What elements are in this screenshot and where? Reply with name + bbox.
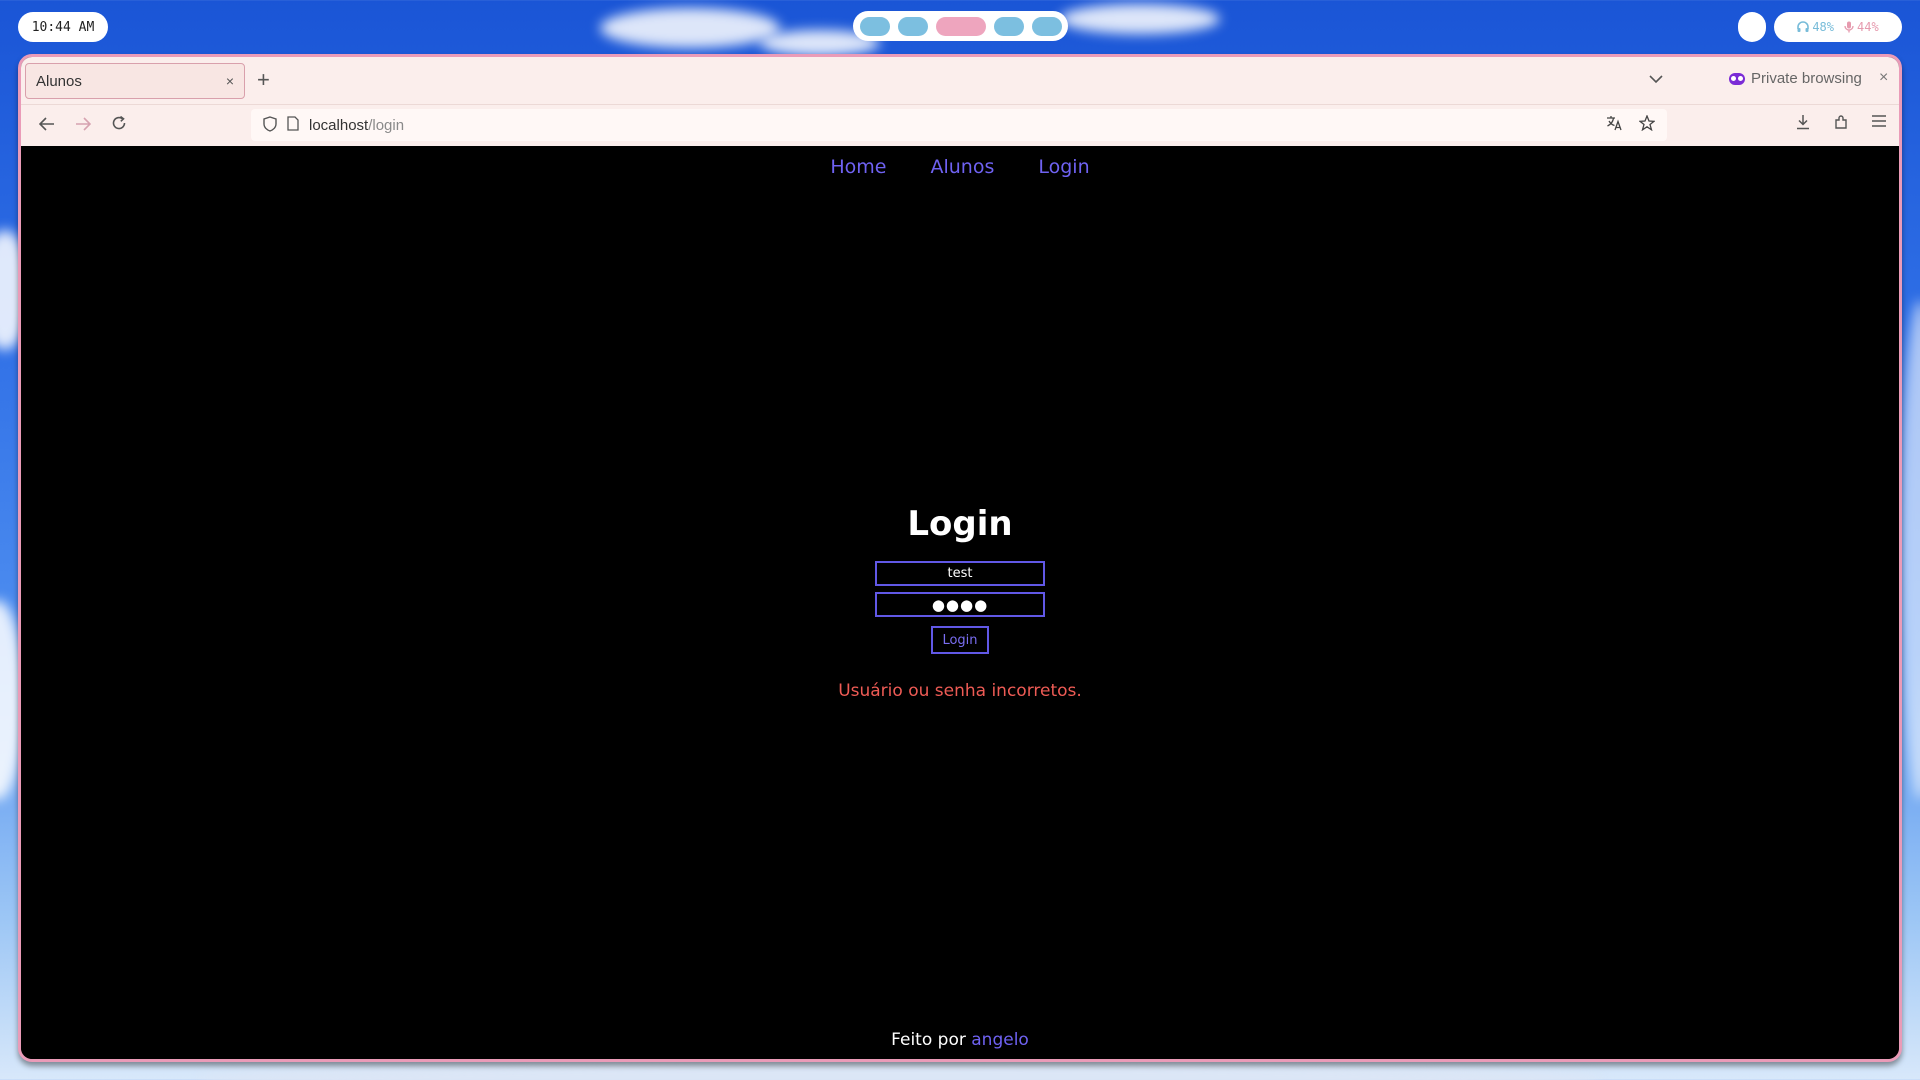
url-host: localhost <box>309 116 369 134</box>
footer-author-link[interactable]: angelo <box>971 1030 1029 1050</box>
menu-hamburger-icon[interactable] <box>1871 114 1887 135</box>
system-tray[interactable]: 48% 44% <box>1774 12 1902 42</box>
cloud <box>200 1060 1600 1080</box>
page-info-icon[interactable] <box>287 116 299 134</box>
nav-link-alunos[interactable]: Alunos <box>930 156 994 178</box>
cloud <box>1900 300 1920 800</box>
username-field[interactable] <box>875 561 1045 586</box>
nav-link-home[interactable]: Home <box>830 156 886 178</box>
page-content: Home Alunos Login Login Login Usuário ou… <box>21 146 1899 1059</box>
back-arrow-icon[interactable] <box>38 115 55 136</box>
new-tab-button[interactable]: + <box>257 67 270 93</box>
cloud <box>1060 4 1220 34</box>
private-browsing-indicator: Private browsing <box>1729 70 1862 87</box>
download-icon[interactable] <box>1795 114 1811 135</box>
reload-icon[interactable] <box>111 115 127 136</box>
private-browsing-label: Private browsing <box>1751 70 1862 87</box>
address-bar-actions <box>1606 114 1656 135</box>
microphone-icon <box>1844 21 1854 33</box>
headphones-indicator[interactable]: 48% <box>1797 20 1834 34</box>
private-mask-icon <box>1729 72 1745 85</box>
headphones-level: 48% <box>1812 20 1834 34</box>
page-footer: Feito por angelo <box>21 1030 1899 1050</box>
cloud <box>600 8 780 48</box>
tab-alunos[interactable]: Alunos × <box>25 63 245 99</box>
nav-link-login[interactable]: Login <box>1038 156 1089 178</box>
workspace-switcher[interactable] <box>853 11 1068 41</box>
headphones-icon <box>1797 21 1810 32</box>
workspace-5[interactable] <box>1031 16 1062 36</box>
url-path: /login <box>368 116 405 134</box>
tray-indicator[interactable] <box>1738 12 1766 42</box>
system-clock[interactable]: 10:44 AM <box>18 12 108 42</box>
address-bar[interactable]: localhost/login <box>251 109 1667 141</box>
window-close-button[interactable]: × <box>1879 69 1888 87</box>
workspace-1[interactable] <box>859 16 890 36</box>
forward-arrow-icon[interactable] <box>75 115 92 136</box>
browser-window: Alunos × + Private browsing × localhost … <box>18 54 1902 1062</box>
workspace-4[interactable] <box>993 16 1024 36</box>
tab-title: Alunos <box>36 72 82 90</box>
mic-indicator[interactable]: 44% <box>1844 20 1879 34</box>
tab-list-chevron-icon[interactable] <box>1649 71 1663 87</box>
bookmark-star-icon[interactable] <box>1638 114 1656 135</box>
workspace-3-active[interactable] <box>935 16 986 36</box>
login-button[interactable]: Login <box>931 626 989 654</box>
login-form: Login <box>21 561 1899 654</box>
workspace-2[interactable] <box>897 16 928 36</box>
footer-prefix: Feito por <box>891 1030 972 1050</box>
toolbar-actions <box>1795 114 1887 135</box>
mic-level: 44% <box>1857 20 1879 34</box>
password-field[interactable] <box>875 592 1045 617</box>
tab-close-icon[interactable]: × <box>226 73 234 89</box>
translate-icon[interactable] <box>1606 115 1623 135</box>
page-title: Login <box>907 504 1013 544</box>
shield-icon[interactable] <box>263 115 277 135</box>
tab-bar: Alunos × + Private browsing × <box>21 57 1899 105</box>
extensions-icon[interactable] <box>1833 114 1849 135</box>
navigation-toolbar: localhost/login <box>21 105 1899 146</box>
error-message: Usuário ou senha incorretos. <box>838 681 1082 701</box>
site-navigation: Home Alunos Login <box>21 156 1899 178</box>
